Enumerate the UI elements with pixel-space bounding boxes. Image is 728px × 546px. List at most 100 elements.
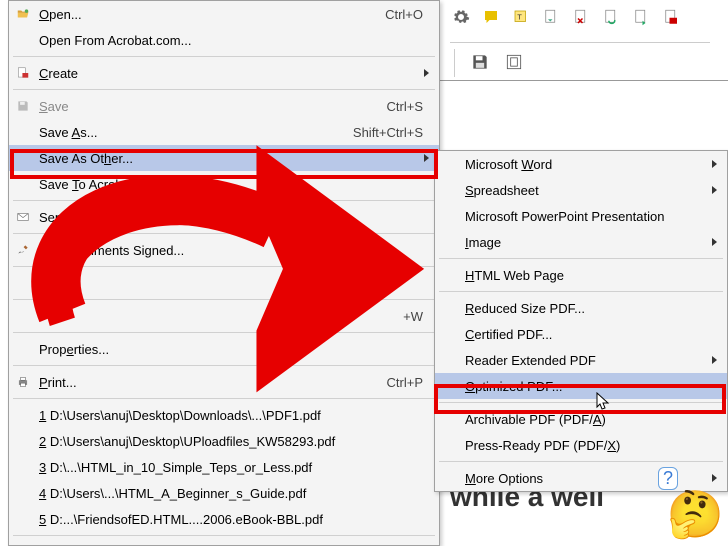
submenu-item-ms-ppt[interactable]: Microsoft PowerPoint Presentation (435, 203, 727, 229)
menu-separator (13, 56, 435, 57)
file-menu-item-get-signed[interactable]: Get Documents Signed... (9, 237, 439, 263)
menu-item-label: 3 D:\...\HTML_in_10_Simple_Teps_or_Less.… (39, 460, 431, 475)
menu-item-label: Spreadsheet (465, 183, 719, 198)
menu-separator (13, 200, 435, 201)
file-menu-item-send-file[interactable]: Send File... (9, 204, 439, 230)
menu-separator (13, 332, 435, 333)
secondary-toolbar (450, 42, 710, 77)
menu-item-label: Save As Other... (39, 151, 431, 166)
fit-page-icon[interactable] (501, 49, 527, 75)
page-refresh-icon[interactable] (600, 6, 622, 28)
submenu-arrow-icon (712, 160, 717, 168)
file-menu-item-save-acrobat[interactable]: Save To Acrobat.com... (9, 171, 439, 197)
menu-item-shortcut: Ctrl+P (387, 375, 431, 390)
menu-item-label: HTML Web Page (465, 268, 719, 283)
page-pdf-icon[interactable] (660, 6, 682, 28)
file-menu-item-open-acrobat[interactable]: Open From Acrobat.com... (9, 27, 439, 53)
submenu-arrow-icon (424, 154, 429, 162)
menu-separator (439, 461, 723, 462)
menu-separator (439, 402, 723, 403)
file-menu-item-create[interactable]: Create (9, 60, 439, 86)
menu-item-label: Save To Acrobat.com... (39, 177, 431, 192)
menu-item-label: 5 D:...\FriendsofED.HTML....2006.eBook-B… (39, 512, 431, 527)
menu-item-label: Certified PDF... (465, 327, 719, 342)
menu-item-label: Open... (39, 7, 385, 22)
menu-item-shortcut: Ctrl+O (385, 7, 431, 22)
top-toolbar: T (450, 6, 682, 28)
toolbar-separator (454, 49, 455, 77)
menu-separator (13, 398, 435, 399)
menu-item-label: Microsoft Word (465, 157, 719, 172)
file-menu-item-recent2[interactable]: 2 D:\Users\anuj\Desktop\UPloadfiles_KW58… (9, 428, 439, 454)
submenu-item-press-ready[interactable]: Press-Ready PDF (PDF/X) (435, 432, 727, 458)
menu-item-label: Create (39, 66, 431, 81)
submenu-item-image[interactable]: Image (435, 229, 727, 255)
menu-separator (13, 233, 435, 234)
menu-item-label: Properties... (39, 342, 431, 357)
note-icon[interactable]: T (510, 6, 532, 28)
file-menu-item-open[interactable]: Open...Ctrl+O (9, 1, 439, 27)
submenu-arrow-icon (424, 69, 429, 77)
file-menu-item-recent5[interactable]: 5 D:...\FriendsofED.HTML....2006.eBook-B… (9, 506, 439, 532)
file-menu-item-save: SaveCtrl+S (9, 93, 439, 119)
menu-item-label: Reader Extended PDF (465, 353, 719, 368)
menu-separator (13, 89, 435, 90)
menu-item-label: Image (465, 235, 719, 250)
file-menu-item-recent4[interactable]: 4 D:\Users\...\HTML_A_Beginner_s_Guide.p… (9, 480, 439, 506)
menu-separator (13, 299, 435, 300)
menu-item-label: Microsoft PowerPoint Presentation (465, 209, 719, 224)
submenu-item-reduced[interactable]: Reduced Size PDF... (435, 295, 727, 321)
save-disabled-icon (15, 98, 31, 114)
file-menu-item-recent3[interactable]: 3 D:\...\HTML_in_10_Simple_Teps_or_Less.… (9, 454, 439, 480)
menu-separator (13, 266, 435, 267)
file-menu: Open...Ctrl+O Open From Acrobat.com... Cre… (8, 0, 440, 546)
submenu-item-archivable[interactable]: Archivable PDF (PDF/A) (435, 406, 727, 432)
menu-item-label: Reduced Size PDF... (465, 301, 719, 316)
menu-separator (439, 258, 723, 259)
submenu-arrow-icon (712, 186, 717, 194)
file-menu-item-save-as[interactable]: Save As...Shift+Ctrl+S (9, 119, 439, 145)
menu-item-shortcut: Shift+Ctrl+S (353, 125, 431, 140)
menu-item-label: Press-Ready PDF (PDF/X) (465, 438, 719, 453)
submenu-item-ms-word[interactable]: Microsoft Word (435, 151, 727, 177)
file-menu-item-print[interactable]: Print...Ctrl+P (9, 369, 439, 395)
menu-item-label: Archivable PDF (PDF/A) (465, 412, 719, 427)
file-menu-item-revert[interactable]: Re (9, 270, 439, 296)
menu-item-label: Optimized PDF... (465, 379, 719, 394)
page-export-icon[interactable] (630, 6, 652, 28)
menu-item-label: More Options (465, 471, 719, 486)
menu-item-label: Save (39, 99, 387, 114)
menu-item-label: Get Documents Signed... (39, 243, 431, 258)
file-menu-item-save-as-other[interactable]: Save As Other... (9, 145, 439, 171)
save-as-other-submenu: Microsoft Word Spreadsheet Microsoft Power… (434, 150, 728, 492)
svg-text:T: T (517, 12, 522, 21)
menu-item-label: Open From Acrobat.com... (39, 33, 431, 48)
comment-icon[interactable] (480, 6, 502, 28)
submenu-item-html-page[interactable]: HTML Web Page (435, 262, 727, 288)
submenu-item-spreadsheet[interactable]: Spreadsheet (435, 177, 727, 203)
submenu-arrow-icon (712, 238, 717, 246)
page-down-icon[interactable] (540, 6, 562, 28)
menu-separator (13, 535, 435, 536)
menu-separator (439, 291, 723, 292)
sign-icon (15, 242, 31, 258)
file-menu-item-recent1[interactable]: 1 D:\Users\anuj\Desktop\Downloads\...\PD… (9, 402, 439, 428)
menu-item-label: Send File... (39, 210, 431, 225)
submenu-arrow-icon (712, 356, 717, 364)
file-menu-item-properties[interactable]: Properties... (9, 336, 439, 362)
gear-icon[interactable] (450, 6, 472, 28)
thinking-emoji: 🤔 (667, 487, 724, 542)
menu-item-shortcut: +W (403, 309, 431, 324)
submenu-item-reader-ext[interactable]: Reader Extended PDF (435, 347, 727, 373)
submenu-item-certified[interactable]: Certified PDF... (435, 321, 727, 347)
menu-item-label: Re (39, 276, 431, 291)
folder-open-icon (15, 6, 31, 22)
page-x-icon[interactable] (570, 6, 592, 28)
submenu-arrow-icon (712, 474, 717, 482)
file-menu-item-close[interactable]: +W (9, 303, 439, 329)
submenu-item-optimized[interactable]: Optimized PDF... (435, 373, 727, 399)
menu-item-label: 2 D:\Users\anuj\Desktop\UPloadfiles_KW58… (39, 434, 431, 449)
envelope-icon (15, 209, 31, 225)
menu-item-label: 1 D:\Users\anuj\Desktop\Downloads\...\PD… (39, 408, 431, 423)
save-icon[interactable] (467, 49, 493, 75)
